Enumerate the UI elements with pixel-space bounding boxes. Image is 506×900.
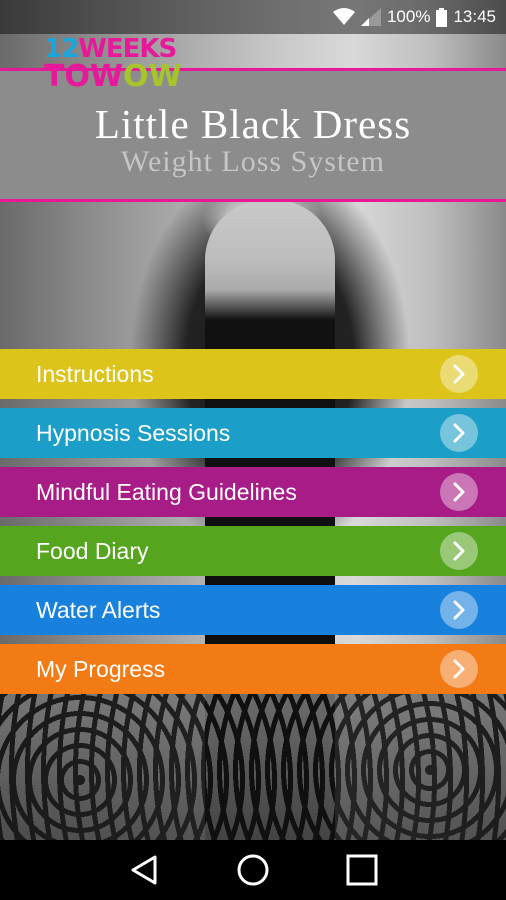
menu-item-label: Food Diary [36, 537, 149, 564]
chevron-right-icon[interactable] [440, 532, 478, 570]
back-icon[interactable] [124, 850, 164, 890]
battery-icon [436, 7, 448, 27]
menu-item-mindful-eating-guidelines[interactable]: Mindful Eating Guidelines [0, 467, 506, 517]
chevron-right-icon[interactable] [440, 650, 478, 688]
menu-item-instructions[interactable]: Instructions [0, 349, 506, 399]
menu-item-label: My Progress [36, 655, 166, 682]
app-screen: 100% 13:45 12WEEKS TOWOW Little Black Dr… [0, 0, 506, 900]
app-logo: 12WEEKS TOWOW [44, 36, 194, 100]
clock: 13:45 [453, 7, 496, 26]
menu-item-label: Instructions [36, 360, 154, 387]
menu-item-label: Hypnosis Sessions [36, 419, 231, 446]
chevron-right-icon[interactable] [440, 355, 478, 393]
home-icon[interactable] [233, 850, 273, 890]
recents-icon[interactable] [342, 850, 382, 890]
logo-line-2: TOWOW [44, 59, 182, 94]
signal-icon [360, 8, 381, 26]
chevron-right-icon[interactable] [440, 473, 478, 511]
status-bar: 100% 13:45 [0, 0, 506, 34]
app-subtitle: Weight Loss System [121, 145, 385, 178]
battery-percent: 100% [386, 7, 431, 26]
menu-item-water-alerts[interactable]: Water Alerts [0, 585, 506, 635]
background-iron-gate [0, 690, 506, 840]
menu-item-hypnosis-sessions[interactable]: Hypnosis Sessions [0, 408, 506, 458]
chevron-right-icon[interactable] [440, 591, 478, 629]
menu-item-food-diary[interactable]: Food Diary [0, 526, 506, 576]
menu-item-label: Water Alerts [36, 596, 161, 623]
menu-item-label: Mindful Eating Guidelines [36, 478, 297, 505]
app-title: Little Black Dress [94, 101, 412, 147]
wifi-icon [332, 8, 355, 26]
menu-item-my-progress[interactable]: My Progress [0, 644, 506, 694]
chevron-right-icon[interactable] [440, 414, 478, 452]
system-nav-bar [0, 840, 506, 900]
